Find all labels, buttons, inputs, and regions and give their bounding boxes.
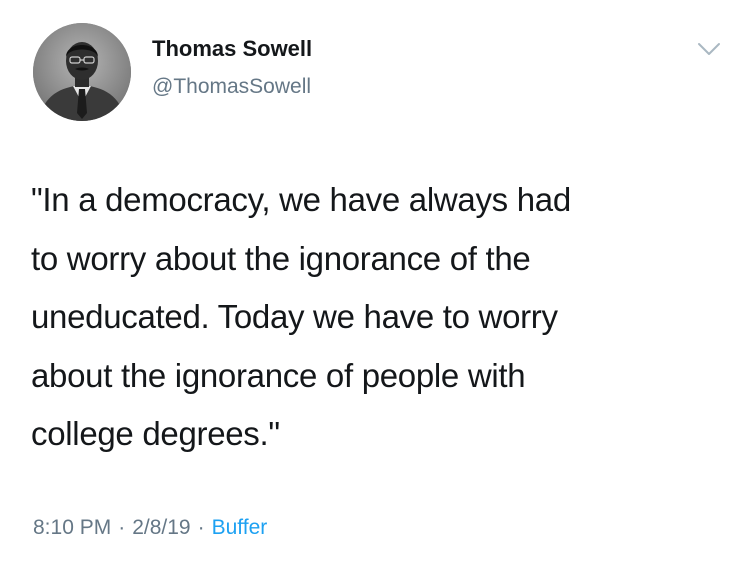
tweet-text: "In a democracy, we have always had to w… bbox=[31, 171, 721, 464]
tweet-metadata: 8:10 PM · 2/8/19 · Buffer bbox=[33, 514, 267, 542]
tweet-text-line: about the ignorance of people with bbox=[31, 356, 526, 394]
tweet-time[interactable]: 8:10 PM bbox=[33, 516, 111, 539]
avatar[interactable] bbox=[33, 23, 131, 121]
tweet-card: Thomas Sowell @ThomasSowell "In a democr… bbox=[0, 0, 750, 567]
author-display-name[interactable]: Thomas Sowell bbox=[152, 36, 312, 62]
tweet-text-line: uneducated. Today we have to worry bbox=[31, 298, 558, 335]
tweet-text-line: "In a democracy, we have always had bbox=[31, 181, 571, 218]
tweet-text-line: college degrees." bbox=[31, 415, 280, 452]
chevron-down-icon[interactable] bbox=[694, 38, 724, 60]
tweet-source-link[interactable]: Buffer bbox=[212, 516, 268, 539]
tweet-date[interactable]: 2/8/19 bbox=[132, 516, 190, 539]
author-handle[interactable]: @ThomasSowell bbox=[152, 74, 311, 100]
tweet-text-line: to worry about the ignorance of the bbox=[31, 239, 531, 277]
meta-separator: · bbox=[197, 516, 205, 539]
meta-separator: · bbox=[118, 516, 126, 539]
profile-photo-icon bbox=[33, 23, 131, 121]
